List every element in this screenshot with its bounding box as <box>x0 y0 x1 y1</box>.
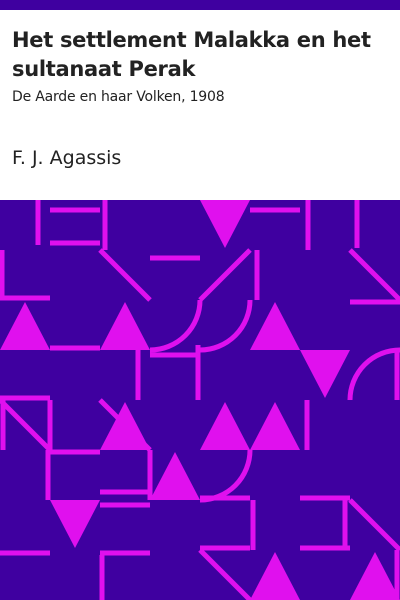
top-color-band <box>0 0 400 10</box>
cover-pattern <box>0 200 400 600</box>
book-subtitle: De Aarde en haar Volken, 1908 <box>12 89 225 105</box>
book-title: Het settlement Malakka en het sultanaat … <box>12 28 371 81</box>
book-author: F. J. Agassis <box>12 147 122 169</box>
book-cover: Het settlement Malakka en het sultanaat … <box>0 0 400 600</box>
